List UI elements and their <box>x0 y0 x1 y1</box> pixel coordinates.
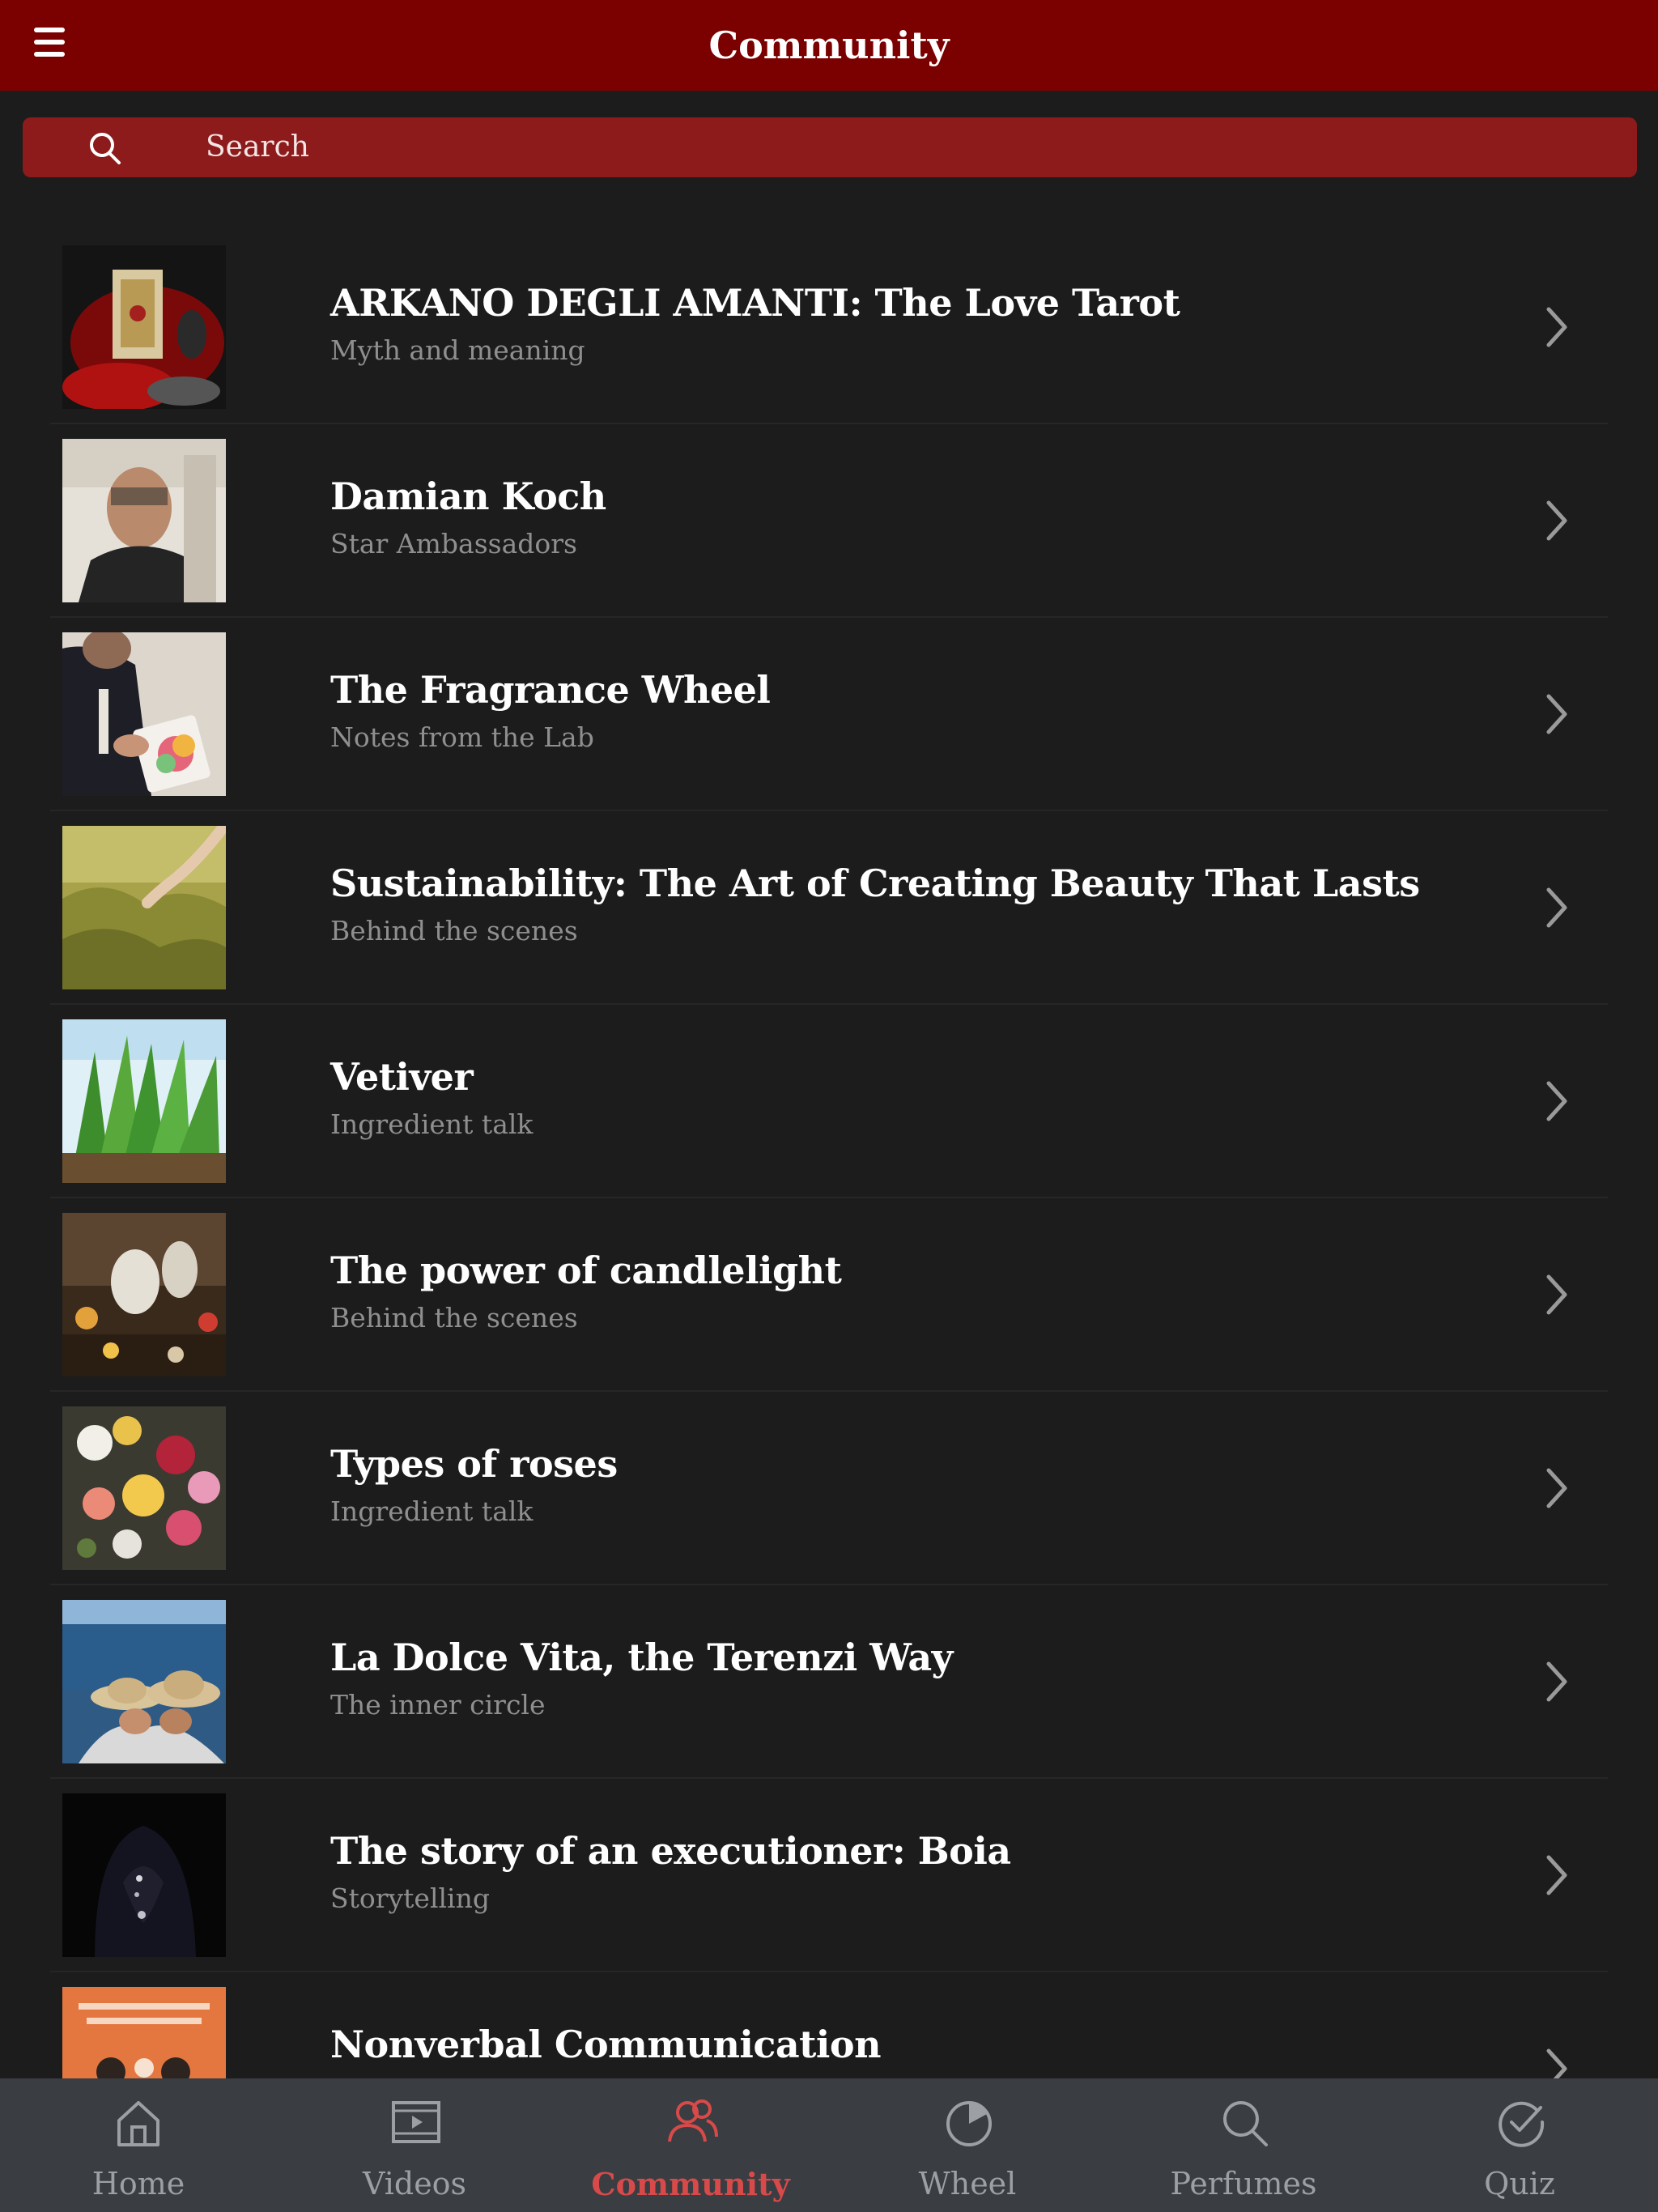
tab-label: Quiz <box>1484 2166 1555 2201</box>
article-category: Star Ambassadors <box>330 528 577 559</box>
chevron-right-icon <box>1546 887 1567 928</box>
article-category: Myth and meaning <box>330 334 585 366</box>
tab-wheel[interactable]: Wheel <box>829 2078 1106 2212</box>
tab-label: Videos <box>362 2166 467 2201</box>
list-item[interactable]: Vetiver Ingredient talk <box>0 1005 1658 1198</box>
page-title: Community <box>708 23 950 67</box>
article-title: The power of candlelight <box>330 1249 842 1292</box>
list-item[interactable]: La Dolce Vita, the Terenzi Way The inner… <box>0 1585 1658 1779</box>
tab-perfumes[interactable]: Perfumes <box>1105 2078 1382 2212</box>
search-placeholder: Search <box>206 130 309 164</box>
article-thumbnail <box>62 439 226 602</box>
article-category: Ingredient talk <box>330 1108 534 1140</box>
tab-community[interactable]: Community <box>552 2078 829 2212</box>
tab-label: Home <box>91 2166 185 2201</box>
list-item[interactable]: The Fragrance Wheel Notes from the Lab <box>0 618 1658 811</box>
tab-label: Perfumes <box>1170 2166 1317 2201</box>
article-title: Vetiver <box>330 1055 474 1099</box>
list-item[interactable]: ARKANO DEGLI AMANTI: The Love Tarot Myth… <box>0 231 1658 424</box>
article-category: Storytelling <box>330 1882 490 1914</box>
bottom-tab-bar: Home Videos Community Wheel Perfumes Qui… <box>0 2078 1658 2212</box>
article-title: La Dolce Vita, the Terenzi Way <box>330 1636 953 1679</box>
article-category: Notes from the Lab <box>330 721 594 753</box>
article-thumbnail <box>62 826 226 989</box>
article-title: Nonverbal Communication <box>330 2023 882 2066</box>
tab-videos[interactable]: Videos <box>276 2078 553 2212</box>
article-category: Ingredient talk <box>330 1495 534 1527</box>
tab-label: Community <box>591 2166 790 2202</box>
community-article-list: ARKANO DEGLI AMANTI: The Love Tarot Myth… <box>0 231 1658 2166</box>
article-title: Types of roses <box>330 1442 618 1486</box>
article-thumbnail <box>62 1600 226 1763</box>
chevron-right-icon <box>1546 694 1567 734</box>
article-title: The Fragrance Wheel <box>330 668 771 712</box>
tab-home[interactable]: Home <box>0 2078 277 2212</box>
article-thumbnail <box>62 632 226 796</box>
chevron-right-icon <box>1546 1081 1567 1121</box>
chevron-right-icon <box>1546 307 1567 347</box>
article-title: Damian Koch <box>330 474 606 518</box>
list-item[interactable]: Sustainability: The Art of Creating Beau… <box>0 811 1658 1005</box>
chevron-right-icon <box>1546 1855 1567 1895</box>
wheel-icon <box>946 2101 992 2146</box>
list-item[interactable]: The power of candlelight Behind the scen… <box>0 1198 1658 1392</box>
article-title: The story of an executioner: Boia <box>330 1829 1011 1873</box>
article-thumbnail <box>62 1019 226 1183</box>
chevron-right-icon <box>1546 1468 1567 1508</box>
chevron-right-icon <box>1546 500 1567 541</box>
video-icon <box>392 2101 440 2143</box>
chevron-right-icon <box>1546 1274 1567 1315</box>
community-icon <box>668 2099 718 2142</box>
article-thumbnail <box>62 245 226 409</box>
search-input[interactable]: Search <box>23 117 1637 177</box>
tab-quiz[interactable]: Quiz <box>1381 2078 1658 2212</box>
search-icon <box>1223 2101 1268 2146</box>
list-item[interactable]: Types of roses Ingredient talk <box>0 1392 1658 1585</box>
list-item[interactable]: The story of an executioner: Boia Storyt… <box>0 1779 1658 1972</box>
article-thumbnail <box>62 1406 226 1570</box>
quiz-icon <box>1499 2101 1545 2147</box>
article-category: Behind the scenes <box>330 1302 578 1334</box>
article-category: The inner circle <box>330 1689 546 1721</box>
article-category: Behind the scenes <box>330 915 578 946</box>
article-thumbnail <box>62 1213 226 1376</box>
tab-label: Wheel <box>918 2166 1017 2201</box>
list-item[interactable]: Damian Koch Star Ambassadors <box>0 424 1658 618</box>
article-title: ARKANO DEGLI AMANTI: The Love Tarot <box>330 281 1180 325</box>
chevron-right-icon <box>1546 1661 1567 1702</box>
home-icon <box>117 2101 159 2146</box>
app-header: Community <box>0 0 1658 91</box>
search-icon <box>90 133 121 164</box>
article-title: Sustainability: The Art of Creating Beau… <box>330 861 1420 905</box>
article-thumbnail <box>62 1793 226 1957</box>
